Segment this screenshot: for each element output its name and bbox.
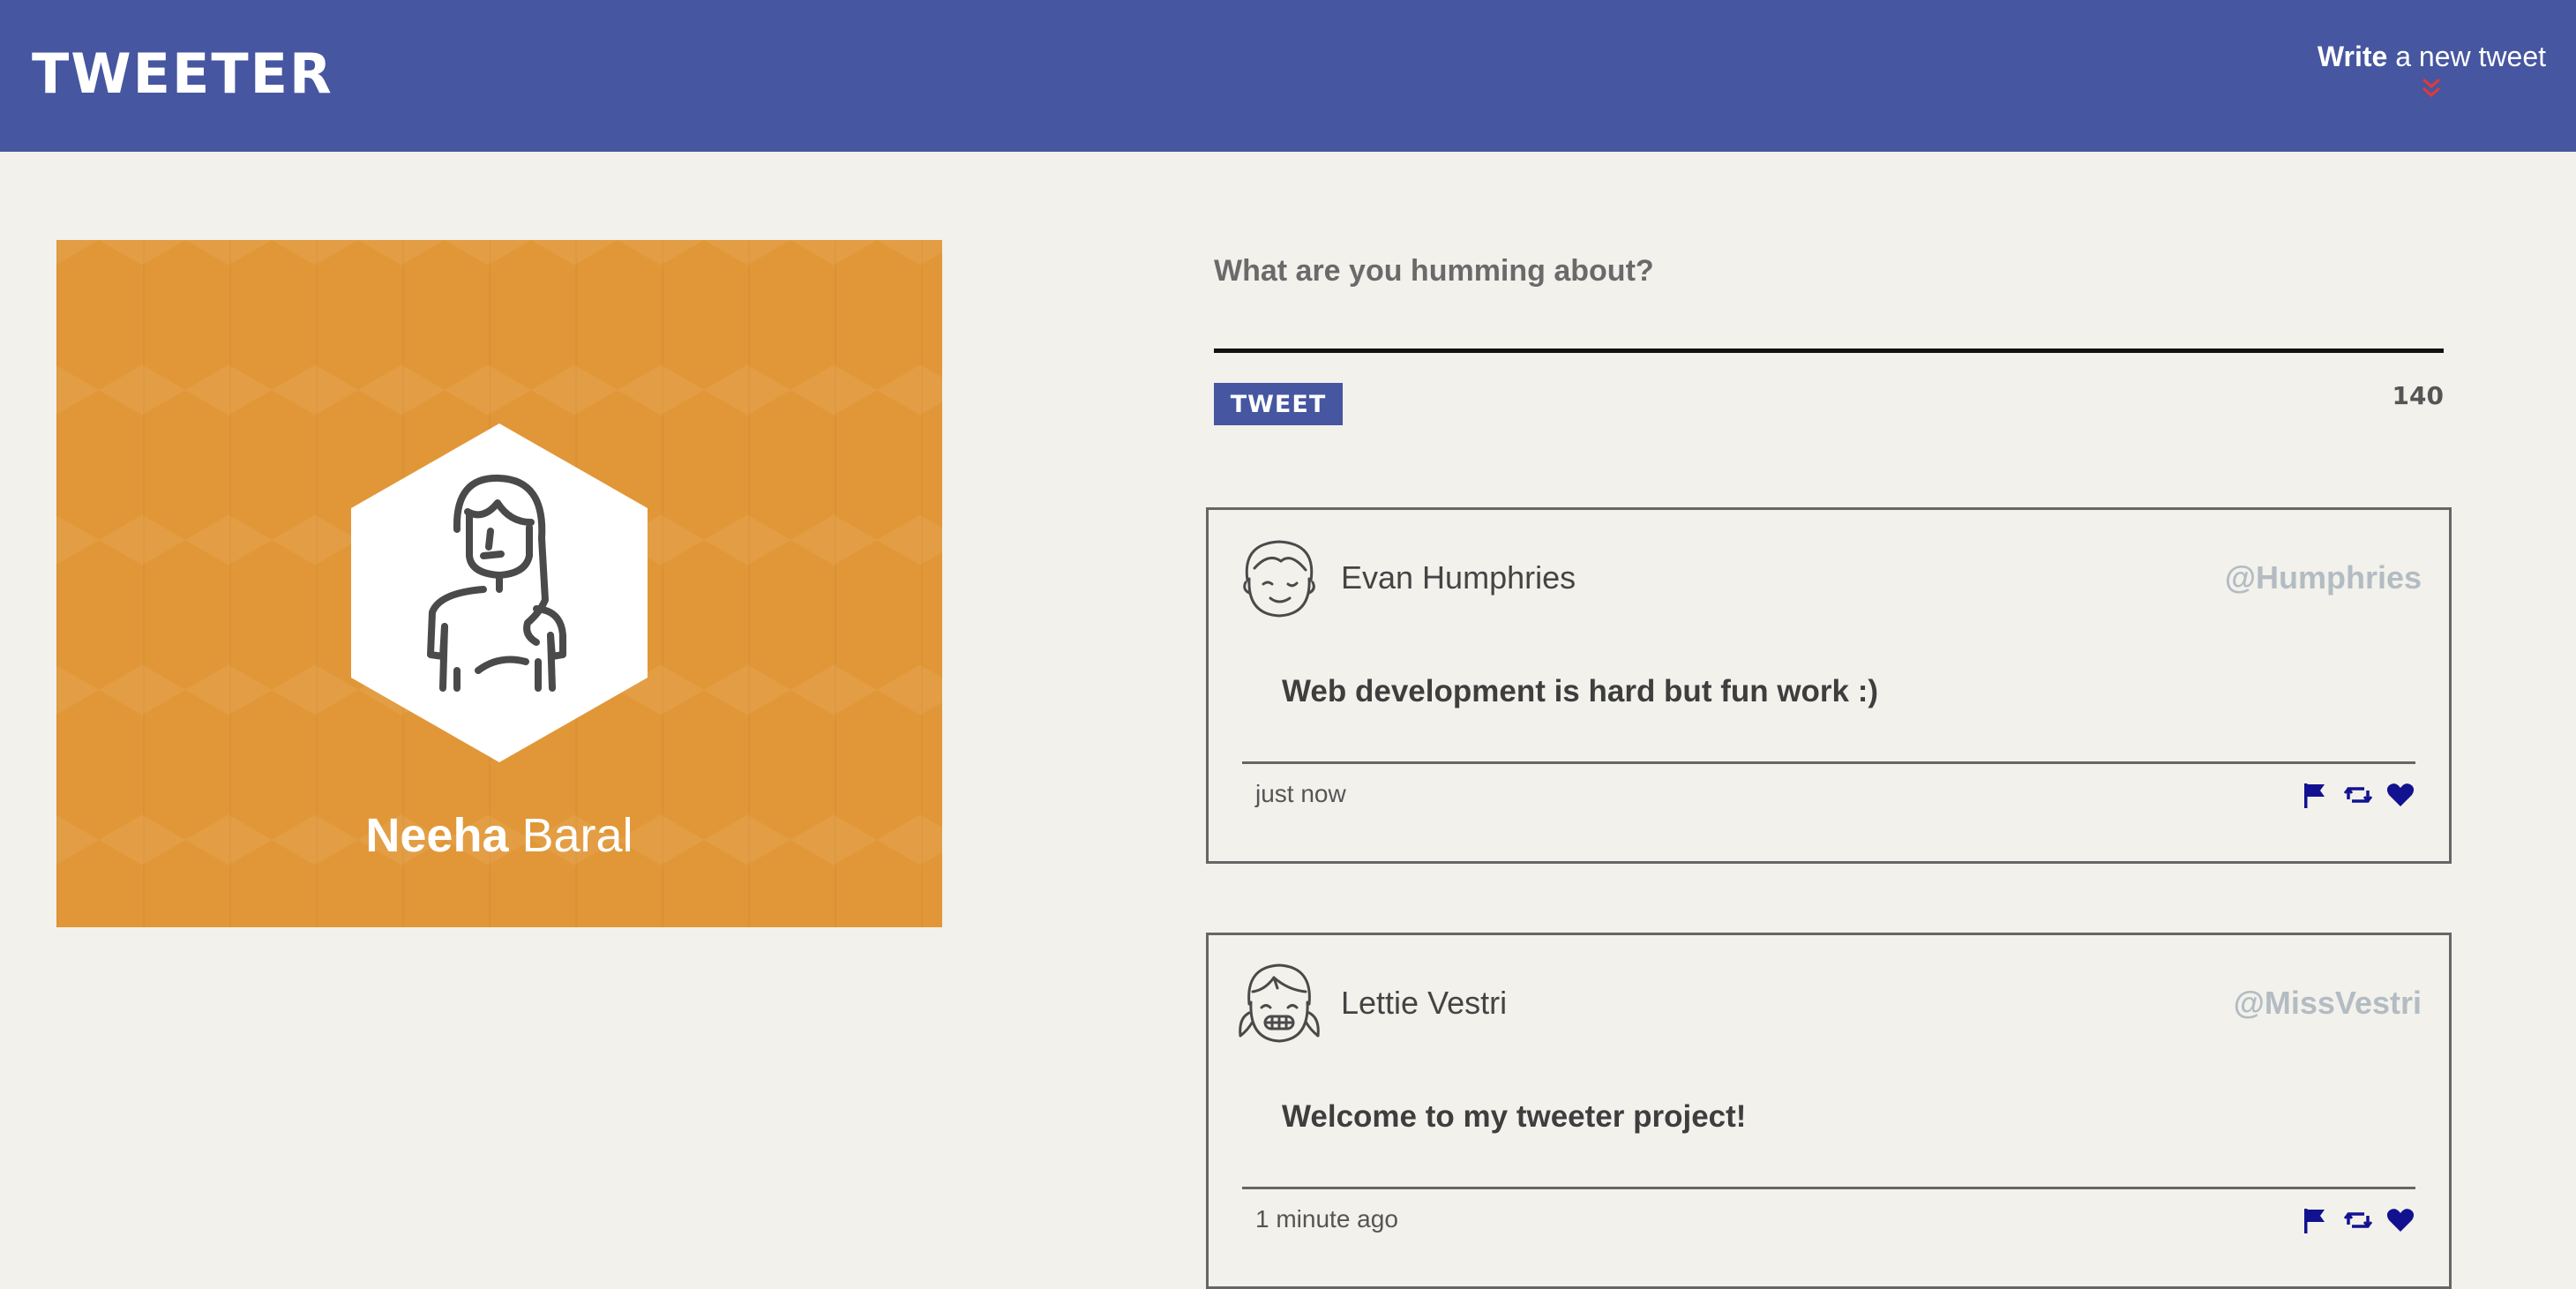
- top-nav: TWEETER Write a new tweet: [0, 0, 2576, 152]
- profile-name: Neeha Baral: [365, 809, 633, 862]
- brand-logo[interactable]: TWEETER: [32, 39, 333, 109]
- heart-icon[interactable]: [2385, 780, 2415, 810]
- retweet-icon[interactable]: [2343, 1205, 2373, 1235]
- tweet-text: Web development is hard but fun work :): [1282, 674, 1879, 708]
- tweet-text: Welcome to my tweeter project!: [1282, 1099, 1747, 1134]
- tweet-author-name[interactable]: Lettie Vestri: [1341, 985, 1507, 1022]
- pigtails-girl-avatar-icon: [1239, 963, 1320, 1043]
- tweet-author-handle[interactable]: @Humphries: [2225, 559, 2422, 596]
- heart-icon[interactable]: [2385, 1205, 2415, 1235]
- character-counter: 140: [2392, 381, 2444, 410]
- profile-card: Neeha Baral: [56, 240, 942, 927]
- tweet-timestamp: just now: [1255, 780, 1346, 807]
- retweet-icon[interactable]: [2343, 780, 2373, 810]
- profile-avatar-hexagon: [351, 423, 648, 762]
- tweet-divider: [1242, 761, 2415, 764]
- tweet-card: Lettie Vestri @MissVestri Welcome to my …: [1206, 933, 2452, 1289]
- tweet-author-handle[interactable]: @MissVestri: [2234, 985, 2422, 1022]
- boy-avatar-icon: [1243, 540, 1315, 618]
- tweet-timestamp: 1 minute ago: [1255, 1205, 1398, 1233]
- tweet-divider: [1242, 1187, 2415, 1189]
- tweet-text-input[interactable]: [1214, 236, 2444, 353]
- tweet-actions: [2291, 780, 2415, 810]
- double-chevron-down-icon: [2318, 74, 2546, 104]
- flag-icon[interactable]: [2300, 780, 2330, 810]
- compose-toggle-button[interactable]: Write a new tweet: [2318, 37, 2546, 104]
- compose-toggle-label: Write a new tweet: [2317, 41, 2546, 72]
- tweet-author-name[interactable]: Evan Humphries: [1341, 559, 1576, 596]
- tweet-submit-button[interactable]: TWEET: [1214, 383, 1343, 425]
- tweet-card: Evan Humphries @Humphries Web developmen…: [1206, 507, 2452, 864]
- flag-icon[interactable]: [2300, 1205, 2330, 1235]
- tweet-actions: [2291, 1205, 2415, 1235]
- new-tweet-form: TWEET 140: [1214, 236, 2444, 425]
